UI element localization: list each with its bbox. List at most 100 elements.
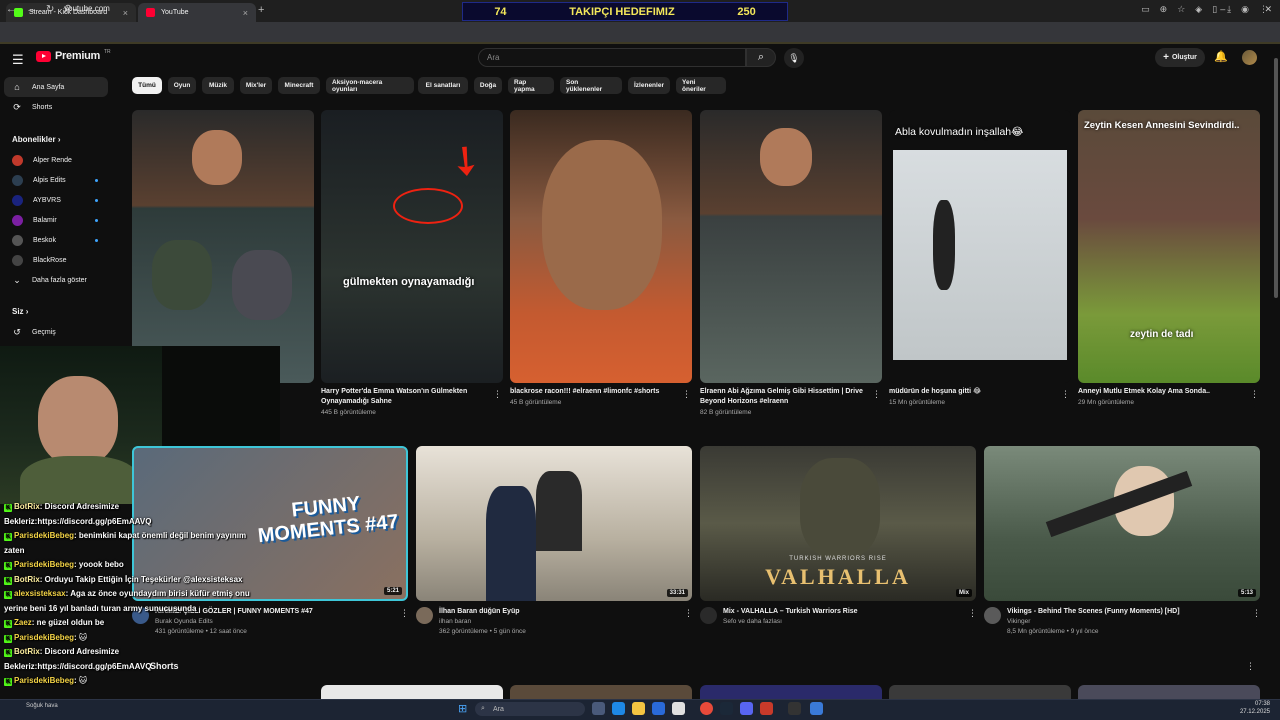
back-icon[interactable]: ←	[6, 4, 16, 15]
steam-icon[interactable]	[720, 702, 733, 715]
short-title[interactable]: Anneyi Mutlu Etmek Kolay Ama Sonda..	[1078, 387, 1246, 397]
short-thumbnail[interactable]	[321, 685, 503, 699]
app-icon[interactable]	[760, 702, 773, 715]
search-button[interactable]: ⌕	[746, 48, 776, 67]
more-options-icon[interactable]: ⋮	[872, 389, 881, 400]
more-options-icon[interactable]: ⋮	[968, 608, 977, 619]
short-thumbnail[interactable]: ➘ gülmekten oynayamadığı	[321, 110, 503, 383]
sidebar-subscription-item[interactable]: BlackRose	[4, 250, 108, 270]
close-icon[interactable]: ×	[123, 8, 128, 18]
you-heading[interactable]: Siz ›	[12, 307, 28, 316]
more-options-icon[interactable]: ⋮	[684, 608, 693, 619]
channel-name[interactable]: Sefo ve daha fazlası	[723, 617, 858, 627]
create-button[interactable]: + Oluştur	[1155, 48, 1205, 67]
video-title[interactable]: İlhan Baran düğün Eyüp	[439, 607, 526, 617]
voice-search-button[interactable]: 🎙	[784, 48, 804, 68]
hamburger-menu-icon[interactable]: ☰	[12, 52, 24, 68]
discord-icon[interactable]	[740, 702, 753, 715]
app-icon[interactable]	[672, 702, 685, 715]
channel-name[interactable]: Burak Oyunda Edits	[155, 617, 313, 627]
sidebar-subscription-item[interactable]: Balamir	[4, 210, 108, 230]
filter-chip[interactable]: Müzik	[202, 77, 234, 94]
subscriptions-heading[interactable]: Abonelikler ›	[12, 135, 60, 144]
video-title[interactable]: Mix - VALHALLA – Turkish Warriors Rise	[723, 607, 858, 617]
sidebar-subscription-item[interactable]: AYBVRS	[4, 190, 108, 210]
channel-name[interactable]: Vikinger	[1007, 617, 1180, 627]
cast-icon[interactable]: ▭	[1141, 4, 1150, 15]
sidebar-show-more[interactable]: ⌄ Daha fazla göster	[4, 270, 108, 290]
weather-widget[interactable]: Soğuk hava	[26, 703, 58, 709]
channel-name[interactable]: ilhan baran	[439, 617, 526, 627]
account-avatar[interactable]	[1242, 50, 1257, 65]
zoom-icon[interactable]: ⊕	[1160, 4, 1168, 15]
filter-chip[interactable]: Mix'ler	[240, 77, 272, 94]
video-thumbnail[interactable]: 5:13	[984, 446, 1260, 601]
menu-icon[interactable]: ⋮	[1259, 4, 1268, 15]
filter-chip[interactable]: Aksiyon-macera oyunları	[326, 77, 414, 94]
sidebar-item-shorts[interactable]: ⟳ Shorts	[4, 97, 108, 117]
sidebar-subscription-item[interactable]: Alper Rende	[4, 150, 108, 170]
chrome-icon[interactable]	[700, 702, 713, 715]
youtube-premium-logo[interactable]: Premium TR	[36, 49, 111, 62]
short-title[interactable]: müdürün de hoşuna gitti 😂	[889, 387, 1057, 397]
close-icon[interactable]: ×	[243, 8, 248, 18]
short-thumbnail[interactable]	[510, 110, 692, 383]
edge-icon[interactable]	[612, 702, 625, 715]
download-icon[interactable]: ⤓	[1227, 4, 1231, 15]
more-options-icon[interactable]: ⋮	[493, 389, 502, 400]
filter-chip[interactable]: El sanatları	[418, 77, 468, 94]
profile-icon[interactable]: ◉	[1241, 4, 1249, 15]
sidebar-item-history[interactable]: ↺ Geçmiş	[4, 322, 108, 342]
more-options-icon[interactable]: ⋮	[1061, 389, 1070, 400]
video-thumbnail[interactable]: 33:31	[416, 446, 692, 601]
store-icon[interactable]	[652, 702, 665, 715]
channel-avatar[interactable]	[416, 607, 433, 624]
tab-youtube[interactable]: YouTube ×	[138, 3, 256, 22]
windows-start-icon[interactable]: ⊞	[458, 702, 467, 715]
bookmark-star-icon[interactable]: ☆	[1177, 4, 1185, 15]
more-options-icon[interactable]: ⋮	[1246, 661, 1255, 672]
filter-chip[interactable]: Son yüklenenler	[560, 77, 622, 94]
sidebar-icon[interactable]: ▯	[1212, 4, 1217, 15]
sidebar-subscription-item[interactable]: Beskok	[4, 230, 108, 250]
filter-chip[interactable]: Doğa	[474, 77, 502, 94]
more-options-icon[interactable]: ⋮	[400, 608, 409, 619]
short-thumbnail[interactable]: Zeytin Kesen Annesini Sevindirdi.. zeyti…	[1078, 110, 1260, 383]
taskbar-search[interactable]: ⌕ Ara	[475, 702, 585, 716]
app-icon[interactable]	[810, 702, 823, 715]
new-tab-button[interactable]: +	[258, 4, 264, 16]
notifications-bell-icon[interactable]: 🔔	[1214, 50, 1228, 63]
short-thumbnail[interactable]	[132, 110, 314, 383]
short-title[interactable]: blackrose racon!!! #elraenn #limonfc #sh…	[510, 387, 678, 397]
taskbar-clock[interactable]: 07:38 27.12.2025	[1240, 700, 1270, 716]
short-title[interactable]: Harry Potter'da Emma Watson'ın Gülmekten…	[321, 387, 489, 407]
video-title[interactable]: Vikings - Behind The Scenes (Funny Momen…	[1007, 607, 1180, 617]
short-thumbnail[interactable]	[700, 110, 882, 383]
scrollbar[interactable]	[1274, 58, 1278, 298]
extensions-icon[interactable]: ◈	[1195, 4, 1202, 15]
more-options-icon[interactable]: ⋮	[1252, 608, 1261, 619]
filter-chip[interactable]: Yeni öneriler	[676, 77, 726, 94]
channel-avatar[interactable]	[984, 607, 1001, 624]
short-thumbnail[interactable]	[700, 685, 882, 699]
forward-icon[interactable]: →	[26, 4, 36, 15]
url-field[interactable]: youtube.com	[64, 4, 110, 13]
more-options-icon[interactable]: ⋮	[682, 389, 691, 400]
filter-chip[interactable]: İzlenenler	[628, 77, 670, 94]
more-options-icon[interactable]: ⋮	[1250, 389, 1259, 400]
file-explorer-icon[interactable]	[632, 702, 645, 715]
channel-avatar[interactable]	[700, 607, 717, 624]
filter-chip[interactable]: Minecraft	[278, 77, 320, 94]
sidebar-subscription-item[interactable]: Alpis Edits	[4, 170, 108, 190]
short-thumbnail[interactable]	[889, 685, 1071, 699]
short-thumbnail[interactable]: Abla kovulmadın inşallah😂	[889, 110, 1071, 383]
short-thumbnail[interactable]	[1078, 685, 1260, 699]
filter-chip[interactable]: Oyun	[168, 77, 196, 94]
short-thumbnail[interactable]	[510, 685, 692, 699]
sidebar-item-home[interactable]: ⌂ Ana Sayfa	[4, 77, 108, 97]
filter-chip[interactable]: Tümü	[132, 77, 162, 94]
obs-icon[interactable]	[788, 702, 801, 715]
search-input[interactable]: Ara	[478, 48, 746, 67]
task-view-icon[interactable]	[592, 702, 605, 715]
reload-icon[interactable]: ↻	[46, 4, 54, 15]
